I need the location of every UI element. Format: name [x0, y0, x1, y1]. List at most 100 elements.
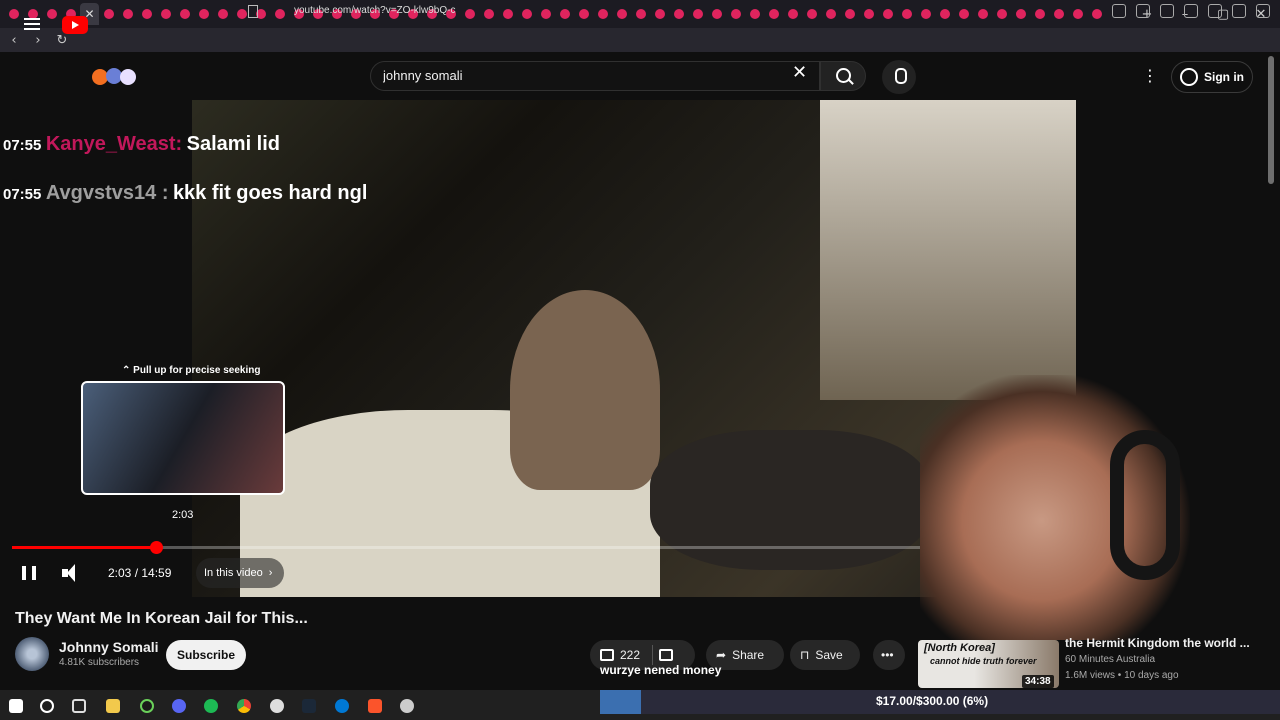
browser-tab[interactable] [973, 3, 992, 25]
browser-tab[interactable] [802, 3, 821, 25]
browser-tab[interactable] [1011, 3, 1030, 25]
browser-tab[interactable] [213, 3, 232, 25]
sign-in-button[interactable]: Sign in [1171, 61, 1253, 93]
subscribe-button[interactable]: Subscribe [166, 640, 246, 670]
browser-tab[interactable] [897, 3, 916, 25]
forward-icon[interactable]: › [28, 33, 48, 48]
browser-tab[interactable] [574, 3, 593, 25]
volume-icon[interactable] [62, 564, 82, 582]
steam-icon[interactable] [302, 699, 316, 713]
youtube-logo[interactable] [62, 16, 88, 34]
browser-tab[interactable] [764, 3, 783, 25]
chapters-button[interactable]: In this video › [196, 558, 285, 588]
browser-tab[interactable] [479, 3, 498, 25]
browser-tab[interactable] [194, 3, 213, 25]
shield-icon[interactable] [1232, 4, 1246, 18]
browser-tab[interactable] [821, 3, 840, 25]
browser-tab[interactable] [783, 3, 802, 25]
browser-tab[interactable] [992, 3, 1011, 25]
back-icon[interactable]: ‹ [4, 33, 24, 48]
search-input[interactable] [383, 68, 763, 83]
screenshot-icon[interactable] [1136, 4, 1150, 18]
browser-tab[interactable] [460, 3, 479, 25]
avatar[interactable] [15, 637, 49, 671]
browser-tab[interactable] [1049, 3, 1068, 25]
browser-tab[interactable] [270, 3, 289, 25]
browser-tab[interactable] [555, 3, 574, 25]
pause-icon[interactable] [22, 566, 36, 580]
more-actions-button[interactable]: ••• [873, 640, 905, 670]
obs-icon[interactable] [140, 699, 154, 713]
browser-tab[interactable] [593, 3, 612, 25]
reload-icon[interactable]: ↻ [52, 33, 72, 48]
app-icon[interactable] [270, 699, 284, 713]
like-count[interactable]: 222 [620, 648, 640, 662]
doodle-logo[interactable] [90, 66, 144, 88]
favicon-icon [749, 9, 760, 19]
browser-tab[interactable] [669, 3, 688, 25]
discord-icon[interactable] [172, 699, 186, 713]
browser-tab[interactable] [631, 3, 650, 25]
video-player[interactable]: 07:55 Kanye_Weast: Salami lid 07:55 Avgv… [0, 100, 1076, 597]
mic-icon[interactable] [882, 60, 916, 94]
hamburger-icon[interactable] [24, 18, 40, 30]
spotify-icon[interactable] [204, 699, 218, 713]
favicon-icon [464, 9, 475, 19]
browser-tab[interactable] [916, 3, 935, 25]
browser-tab[interactable] [536, 3, 555, 25]
more-vert-icon[interactable]: ⋮ [1142, 66, 1158, 85]
browser-tab[interactable] [745, 3, 764, 25]
related-video-title[interactable]: the Hermit Kingdom the world ... [1065, 636, 1250, 650]
thumbs-up-icon[interactable] [600, 649, 614, 661]
sidebar-icon[interactable] [1184, 4, 1198, 18]
browser-tab[interactable] [1030, 3, 1049, 25]
seek-hint: ⌃ Pull up for precise seeking [122, 365, 261, 376]
brave-icon[interactable] [368, 699, 382, 713]
wallet-icon[interactable] [1208, 4, 1222, 18]
browser-tab[interactable] [42, 3, 61, 25]
browser-tab[interactable] [517, 3, 536, 25]
browser-tab[interactable] [688, 3, 707, 25]
page-scrollbar[interactable] [1268, 56, 1274, 184]
progress-bar[interactable] [12, 541, 1064, 554]
related-video-channel[interactable]: 60 Minutes Australia [1065, 654, 1155, 665]
search-taskbar-icon[interactable] [40, 699, 54, 713]
browser-tab[interactable] [612, 3, 631, 25]
extensions-icon[interactable] [1160, 4, 1174, 18]
close-icon[interactable]: ✕ [792, 62, 807, 83]
browser-tab[interactable] [175, 3, 194, 25]
browser-tab[interactable] [954, 3, 973, 25]
file-explorer-icon[interactable] [106, 699, 120, 713]
bookmark-page-icon[interactable] [248, 5, 258, 18]
app-icon[interactable] [400, 699, 414, 713]
browser-tab[interactable] [118, 3, 137, 25]
browser-tab[interactable] [726, 3, 745, 25]
browser-tab[interactable] [840, 3, 859, 25]
browser-tab[interactable] [156, 3, 175, 25]
browser-tab[interactable] [935, 3, 954, 25]
browser-tab[interactable] [859, 3, 878, 25]
browser-tab[interactable] [99, 3, 118, 25]
thumbs-down-icon[interactable] [659, 649, 674, 661]
channel-name[interactable]: Johnny Somali [59, 639, 159, 655]
chrome-icon[interactable] [237, 699, 251, 713]
windows-start-icon[interactable] [9, 699, 23, 713]
browser-tab[interactable] [707, 3, 726, 25]
favicon-icon [502, 9, 513, 19]
browser-tab[interactable] [137, 3, 156, 25]
scrubber-handle[interactable] [149, 541, 163, 554]
browser-tab[interactable] [498, 3, 517, 25]
zoom-icon[interactable] [1112, 4, 1126, 18]
save-button[interactable]: ⊓ Save [790, 640, 860, 670]
browser-tab[interactable] [1068, 3, 1087, 25]
url-field[interactable]: youtube.com/watch?v=ZO-klw9bQ-c [294, 5, 455, 16]
search-icon[interactable] [820, 61, 866, 91]
favicon-icon [521, 9, 532, 19]
browser-tab[interactable] [650, 3, 669, 25]
browser-tab[interactable] [1087, 3, 1106, 25]
browser-tab[interactable] [878, 3, 897, 25]
browser-tab[interactable] [4, 3, 23, 25]
browser-menu-icon[interactable] [1256, 4, 1270, 18]
edge-icon[interactable] [335, 699, 349, 713]
task-view-icon[interactable] [72, 699, 86, 713]
